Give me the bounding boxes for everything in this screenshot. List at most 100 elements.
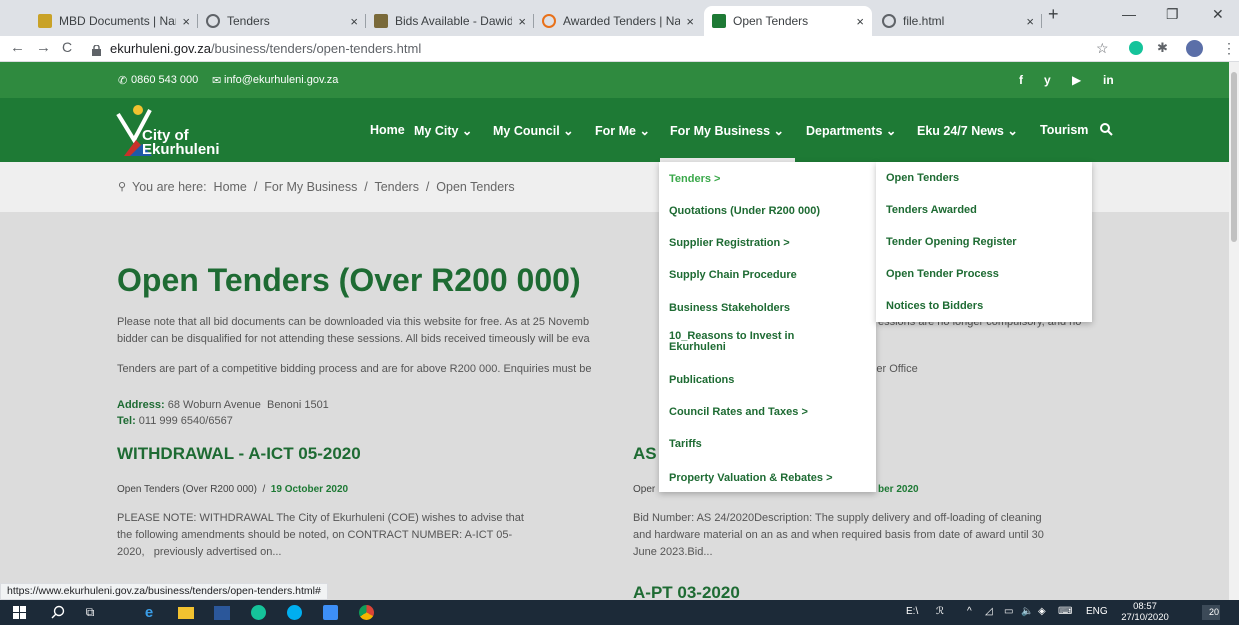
phone-link[interactable]: 0860 543 000: [131, 74, 198, 86]
people-icon[interactable]: ℛ: [936, 606, 944, 617]
maximize-button[interactable]: ❐: [1166, 6, 1179, 23]
nav-tourism[interactable]: Tourism: [1040, 123, 1088, 137]
tab-close-icon[interactable]: ×: [686, 14, 694, 29]
page-scrollbar[interactable]: [1229, 62, 1239, 600]
clock-date[interactable]: 27/10/2020: [1118, 612, 1172, 623]
menu-item-reasons-to-invest-line2[interactable]: Ekurhuleni: [669, 342, 726, 353]
post-excerpt-line1: PLEASE NOTE: WITHDRAWAL The City of Ekur…: [117, 512, 524, 524]
nav-eku-news[interactable]: Eku 24/7 News ⌄: [917, 123, 1018, 138]
favicon-icon: [712, 14, 726, 28]
battery-icon[interactable]: ▭: [1004, 606, 1013, 617]
post-meta: Open Tenders (Over R200 000) / 19 Octobe…: [117, 484, 349, 495]
site-logo[interactable]: City of Ekurhuleni: [116, 104, 231, 158]
bookmark-star-icon[interactable]: ☆: [1096, 40, 1109, 57]
menu-item-quotations[interactable]: Quotations (Under R200 000): [669, 205, 820, 217]
post-excerpt-line3: June 2023.Bid...: [633, 546, 713, 558]
tab-close-icon[interactable]: ×: [182, 14, 190, 29]
browser-tab[interactable]: MBD Documents | Nam ×: [30, 6, 198, 36]
notification-center-icon[interactable]: 20: [1202, 605, 1220, 620]
scrollbar-thumb[interactable]: [1231, 72, 1237, 242]
post-title[interactable]: AS: [633, 444, 657, 464]
edge-browser-icon[interactable]: e: [138, 604, 160, 621]
linkedin-icon[interactable]: in: [1103, 73, 1114, 87]
browser-tab-active[interactable]: Open Tenders ×: [704, 6, 872, 36]
submenu-item-notices-to-bidders[interactable]: Notices to Bidders: [886, 300, 983, 312]
breadcrumb-text[interactable]: You are here: Home / For My Business / T…: [132, 180, 515, 194]
tab-close-icon[interactable]: ×: [350, 14, 358, 29]
nav-my-city[interactable]: My City ⌄: [414, 123, 472, 138]
logo-text-line2: Ekurhuleni: [142, 141, 220, 158]
submenu-item-tender-opening-register[interactable]: Tender Opening Register: [886, 236, 1017, 248]
back-button[interactable]: ←: [10, 39, 25, 56]
post-title[interactable]: WITHDRAWAL - A-ICT 05-2020: [117, 444, 361, 464]
nav-home[interactable]: Home: [370, 123, 405, 137]
nav-my-council[interactable]: My Council ⌄: [493, 123, 574, 138]
submenu-item-tenders-awarded[interactable]: Tenders Awarded: [886, 204, 977, 216]
file-explorer-icon[interactable]: [176, 604, 196, 621]
network-icon[interactable]: ◿: [985, 606, 993, 617]
browser-tab[interactable]: Awarded Tenders | Nat ×: [534, 6, 702, 36]
menu-item-business-stakeholders[interactable]: Business Stakeholders: [669, 302, 790, 314]
status-url-tooltip: https://www.ekurhuleni.gov.za/business/t…: [0, 583, 328, 600]
nav-departments[interactable]: Departments ⌄: [806, 123, 896, 138]
minimize-button[interactable]: —: [1122, 6, 1136, 22]
extensions-puzzle-icon[interactable]: ✱: [1157, 40, 1168, 56]
address-line: Address: 68 Woburn Avenue Benoni 1501: [117, 399, 329, 411]
volume-icon[interactable]: 🔈: [1021, 606, 1033, 617]
tab-title: MBD Documents | Nam: [59, 14, 177, 28]
menu-item-tenders[interactable]: Tenders >: [669, 173, 720, 185]
profile-avatar[interactable]: [1186, 40, 1203, 57]
search-icon[interactable]: [51, 605, 65, 619]
menu-item-publications[interactable]: Publications: [669, 374, 734, 386]
windows-taskbar: ⧉ e E:\ ℛ ^ ◿ ▭ 🔈 ◈ ⌨ ENG 08:57 27/10/20…: [0, 600, 1239, 625]
tab-close-icon[interactable]: ×: [1026, 14, 1034, 29]
post-excerpt-line1: Bid Number: AS 24/2020Description: The s…: [633, 512, 1042, 524]
grammarly-icon[interactable]: [248, 604, 268, 621]
task-view-icon[interactable]: ⧉: [80, 604, 100, 621]
forward-button[interactable]: →: [36, 39, 51, 56]
close-window-button[interactable]: ✕: [1212, 6, 1224, 23]
keyboard-icon[interactable]: ⌨: [1058, 606, 1072, 617]
nav-for-me[interactable]: For Me ⌄: [595, 123, 650, 138]
browser-tab[interactable]: Tenders ×: [198, 6, 366, 36]
grammarly-extension-icon[interactable]: [1129, 41, 1143, 55]
phone-icon: ✆: [118, 75, 128, 87]
menu-item-property-valuation[interactable]: Property Valuation & Rebates >: [669, 472, 833, 484]
nav-for-my-business[interactable]: For My Business ⌄: [670, 123, 784, 138]
facebook-icon[interactable]: f: [1019, 73, 1023, 87]
tray-expand-icon[interactable]: ^: [967, 606, 972, 617]
tray-drive-label[interactable]: E:\: [906, 606, 918, 617]
youtube-icon[interactable]: ▶: [1072, 73, 1081, 87]
chrome-icon[interactable]: [356, 604, 376, 621]
skype-icon[interactable]: [284, 604, 304, 621]
post-date: ber 2020: [878, 484, 919, 495]
menu-item-council-rates[interactable]: Council Rates and Taxes >: [669, 406, 808, 418]
tab-close-icon[interactable]: ×: [518, 14, 526, 29]
dropbox-tray-icon[interactable]: ◈: [1038, 606, 1046, 617]
browser-tab[interactable]: file.html ×: [874, 6, 1042, 36]
twitter-icon[interactable]: y: [1044, 73, 1051, 87]
browser-tab[interactable]: Bids Available - Dawid ×: [366, 6, 534, 36]
word-icon[interactable]: [212, 604, 232, 621]
tab-close-icon[interactable]: ×: [856, 14, 864, 29]
post-excerpt-line3: 2020, previously advertised on...: [117, 546, 282, 558]
search-icon[interactable]: [1100, 123, 1113, 136]
reload-button[interactable]: C: [62, 39, 72, 55]
new-tab-button[interactable]: +: [1048, 4, 1059, 25]
menu-item-tariffs[interactable]: Tariffs: [669, 438, 702, 450]
clock-time[interactable]: 08:57: [1124, 601, 1166, 612]
browser-menu-icon[interactable]: ⋮: [1222, 40, 1236, 57]
language-indicator[interactable]: ENG: [1086, 606, 1108, 617]
favicon-icon: [38, 14, 52, 28]
favicon-icon: [374, 14, 388, 28]
submenu-item-open-tenders[interactable]: Open Tenders: [886, 172, 959, 184]
contact-bar: ✆ 0860 543 000 ✉ info@ekurhuleni.gov.za …: [0, 62, 1229, 98]
url-field[interactable]: ekurhuleni.gov.za/business/tenders/open-…: [110, 41, 421, 56]
tab-title: Open Tenders: [733, 14, 809, 28]
windows-start-icon[interactable]: [13, 606, 26, 619]
dropbox-icon[interactable]: [320, 604, 340, 621]
submenu-item-open-tender-process[interactable]: Open Tender Process: [886, 268, 999, 280]
email-link[interactable]: info@ekurhuleni.gov.za: [224, 74, 338, 86]
menu-item-supplier-registration[interactable]: Supplier Registration >: [669, 237, 790, 249]
menu-item-supply-chain[interactable]: Supply Chain Procedure: [669, 269, 797, 281]
